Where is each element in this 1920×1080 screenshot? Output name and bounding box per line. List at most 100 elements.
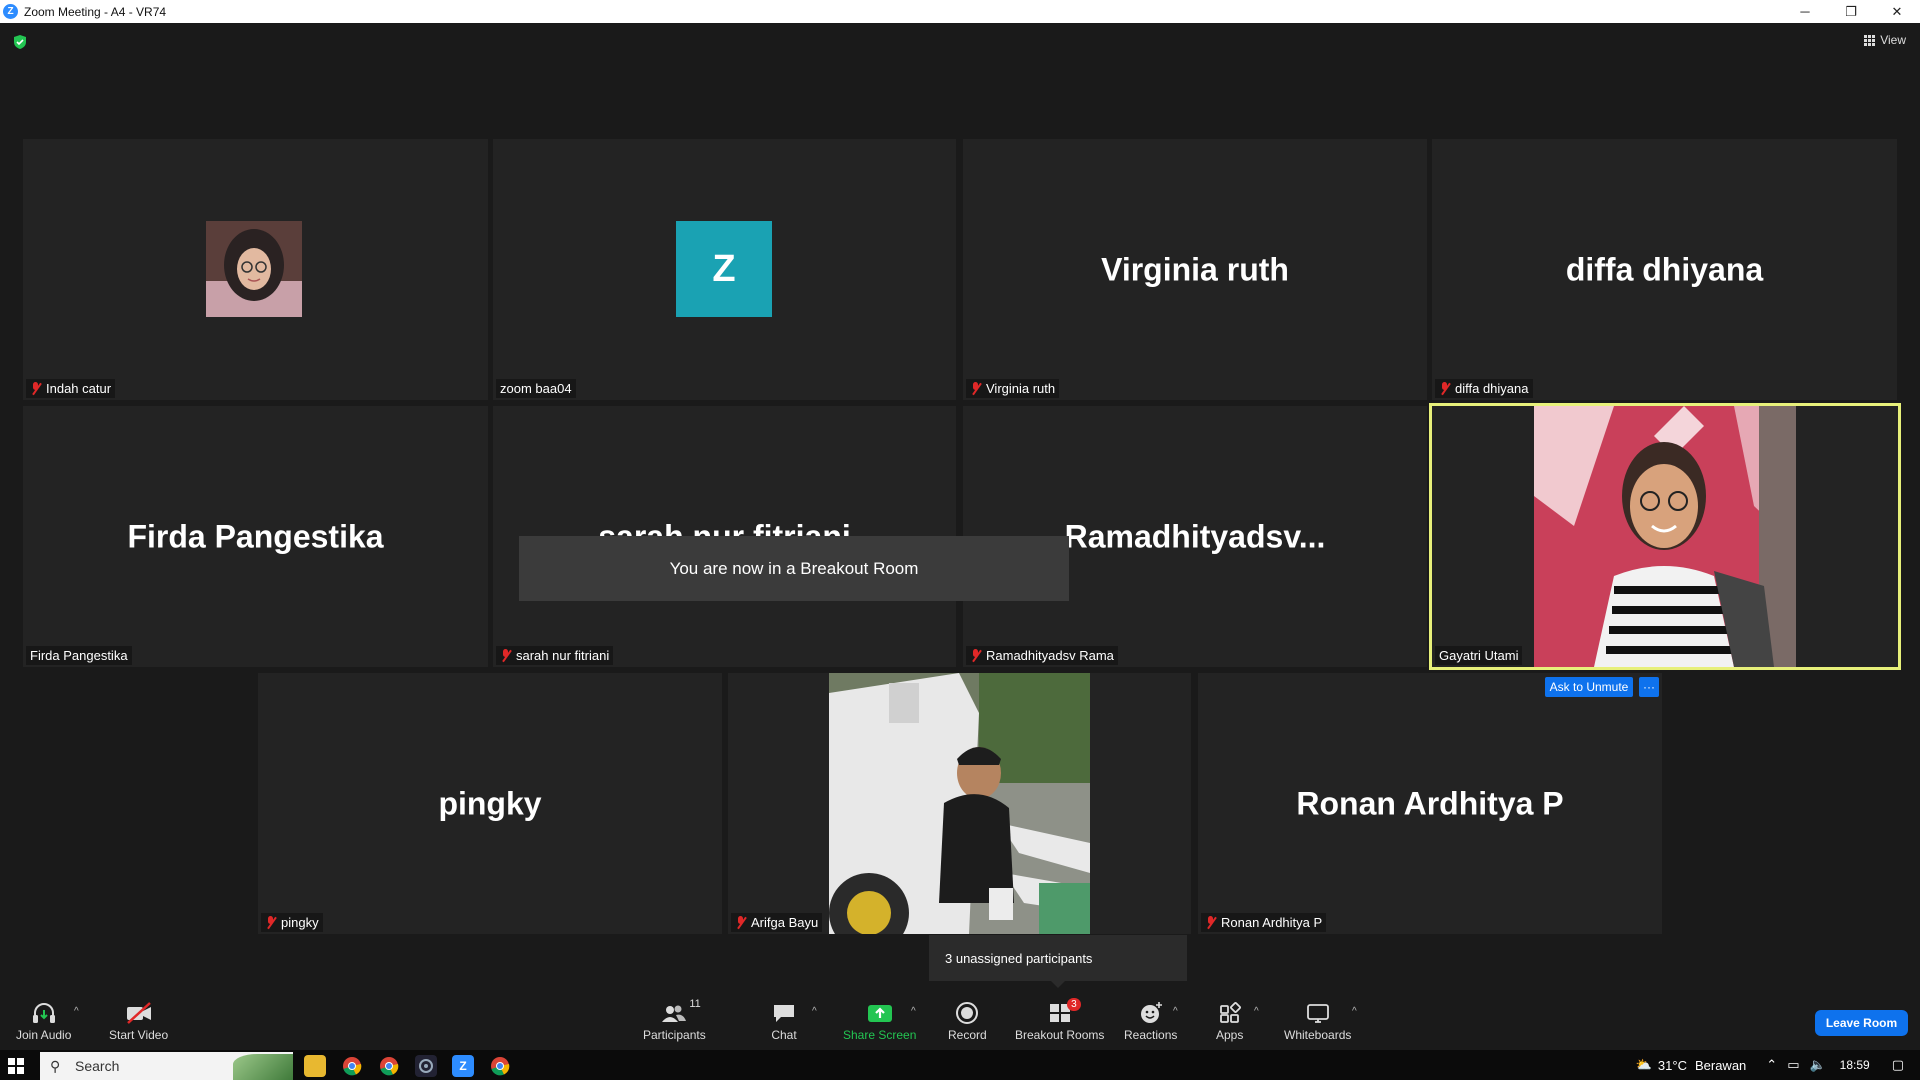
- camera-app-icon[interactable]: [415, 1055, 437, 1077]
- share-screen-button[interactable]: Share Screen: [843, 1000, 916, 1042]
- whiteboards-options-caret[interactable]: ^: [1352, 1006, 1357, 1017]
- apps-icon: [1219, 1002, 1241, 1023]
- unassigned-participants-tooltip: 3 unassigned participants: [929, 935, 1187, 988]
- ask-to-unmute-button[interactable]: Ask to Unmute: [1545, 677, 1633, 697]
- network-icon[interactable]: ▭: [1787, 1057, 1799, 1073]
- breakout-rooms-button[interactable]: 3 Breakout Rooms: [1015, 998, 1104, 1042]
- headphones-icon: [32, 1003, 55, 1023]
- restore-button[interactable]: ❐: [1828, 0, 1874, 23]
- weather-temperature: 31°C: [1657, 1057, 1687, 1073]
- volume-icon[interactable]: 🔈: [1809, 1057, 1825, 1073]
- participant-name: Ramadhityadsv Rama: [986, 648, 1114, 663]
- participant-display-name: Virginia ruth: [1101, 251, 1289, 287]
- video-tile-firda-pangestika[interactable]: Firda Pangestika Firda Pangestika: [23, 406, 488, 667]
- join-audio-button[interactable]: Join Audio: [16, 1000, 71, 1042]
- search-highlight-image: [233, 1054, 293, 1080]
- apps-button[interactable]: Apps: [1216, 1000, 1243, 1042]
- avatar-initial: Z: [676, 221, 772, 317]
- share-screen-label: Share Screen: [843, 1028, 917, 1042]
- participant-name: diffa dhiyana: [1455, 381, 1529, 396]
- reactions-button[interactable]: Reactions: [1124, 1000, 1177, 1042]
- chat-label: Chat: [771, 1028, 797, 1042]
- participant-name-tag: Virginia ruth: [966, 379, 1060, 398]
- video-off-icon: [126, 1002, 151, 1024]
- participant-display-name: pingky: [438, 785, 542, 821]
- start-video-button[interactable]: Start Video: [109, 1000, 168, 1042]
- participants-button[interactable]: 11 Participants: [643, 998, 706, 1042]
- security-shield-icon[interactable]: [12, 34, 28, 50]
- more-options-button[interactable]: ···: [1639, 677, 1659, 697]
- view-button[interactable]: View: [1864, 33, 1906, 47]
- participant-name-tag: diffa dhiyana: [1435, 379, 1533, 398]
- apps-options-caret[interactable]: ^: [1254, 1006, 1259, 1017]
- video-tile-ronan-ardhitya-p[interactable]: Ronan Ardhitya P Ronan Ardhitya P: [1198, 673, 1662, 934]
- leave-room-button[interactable]: Leave Room: [1815, 1010, 1908, 1036]
- title-bar: Z Zoom Meeting - A4 - VR74 ─ ❐ ✕: [0, 0, 1920, 23]
- window-controls: ─ ❐ ✕: [1782, 0, 1920, 23]
- video-tile-pingky[interactable]: pingky pingky: [258, 673, 722, 934]
- muted-mic-icon: [30, 382, 42, 395]
- muted-mic-icon: [265, 916, 277, 929]
- chat-options-caret[interactable]: ^: [812, 1006, 817, 1017]
- record-button[interactable]: Record: [948, 1000, 987, 1042]
- participant-name: Ronan Ardhitya P: [1221, 915, 1323, 930]
- chrome-profile-icon[interactable]: [378, 1055, 400, 1077]
- start-video-label: Start Video: [109, 1028, 169, 1042]
- chrome-icon[interactable]: [341, 1055, 363, 1077]
- close-button[interactable]: ✕: [1874, 0, 1920, 23]
- participants-icon: [662, 1005, 687, 1022]
- weather-icon[interactable]: ⛅: [1636, 1057, 1652, 1073]
- participant-name-tag: pingky: [261, 913, 323, 932]
- whiteboard-icon: [1306, 1004, 1329, 1023]
- participant-name: Virginia ruth: [986, 381, 1056, 396]
- reactions-options-caret[interactable]: ^: [1173, 1006, 1178, 1017]
- chat-button[interactable]: Chat: [771, 1000, 797, 1042]
- participant-name: Indah catur: [46, 381, 112, 396]
- smiley-plus-icon: [1140, 1002, 1162, 1023]
- participant-display-name: Firda Pangestika: [127, 518, 384, 554]
- participant-name-tag: Arifga Bayu: [731, 913, 823, 932]
- share-options-caret[interactable]: ^: [911, 1006, 916, 1017]
- system-tray: ⛅ 31°C Berawan ⌃ ▭ 🔈 18:59 ▢: [1636, 1050, 1920, 1080]
- participant-name-tag: Ronan Ardhitya P: [1201, 913, 1327, 932]
- participant-name-tag: sarah nur fitriani: [496, 646, 614, 665]
- participant-name-tag: Firda Pangestika: [26, 646, 132, 665]
- participant-display-name: Ronan Ardhitya P: [1296, 785, 1564, 821]
- whiteboards-button[interactable]: Whiteboards: [1284, 1000, 1351, 1042]
- participants-count: 11: [689, 998, 701, 1010]
- zoom-app-icon[interactable]: Z: [452, 1055, 474, 1077]
- participant-name: Arifga Bayu: [751, 915, 819, 930]
- video-feed-gayatri-utami: [1534, 406, 1796, 667]
- muted-mic-icon: [500, 649, 512, 662]
- clock-time[interactable]: 18:59: [1840, 1058, 1870, 1072]
- muted-mic-icon: [1205, 916, 1217, 929]
- muted-mic-icon: [970, 382, 982, 395]
- video-tile-diffa-dhiyana[interactable]: diffa dhiyana diffa dhiyana: [1432, 139, 1897, 400]
- zoom-window: Z Zoom Meeting - A4 - VR74 ─ ❐ ✕ View In…: [0, 0, 1920, 1080]
- profile-photo-indah-catur: [206, 221, 302, 317]
- record-label: Record: [948, 1028, 987, 1042]
- video-feed-arifga-bayu: [829, 673, 1090, 934]
- participant-name: Firda Pangestika: [30, 648, 128, 663]
- whiteboards-label: Whiteboards: [1284, 1028, 1352, 1042]
- video-tile-gayatri-utami-active-speaker[interactable]: Gayatri Utami: [1429, 403, 1901, 670]
- windows-start-icon[interactable]: [8, 1058, 24, 1074]
- notifications-icon[interactable]: ▢: [1892, 1057, 1904, 1073]
- participant-name: pingky: [281, 915, 319, 930]
- minimize-button[interactable]: ─: [1782, 0, 1828, 23]
- video-tile-indah-catur[interactable]: Indah catur: [23, 139, 488, 400]
- video-tile-virginia-ruth[interactable]: Virginia ruth Virginia ruth: [963, 139, 1427, 400]
- audio-options-caret[interactable]: ^: [74, 1006, 79, 1017]
- tray-overflow-icon[interactable]: ⌃: [1766, 1057, 1777, 1073]
- video-tile-zoom-baa04[interactable]: Z zoom baa04: [493, 139, 956, 400]
- view-label: View: [1880, 33, 1906, 47]
- window-title: Zoom Meeting - A4 - VR74: [24, 4, 167, 19]
- taskbar-search-box[interactable]: ⚲ Search: [40, 1052, 293, 1080]
- video-tile-arifga-bayu[interactable]: Arifga Bayu: [728, 673, 1191, 934]
- muted-mic-icon: [735, 916, 747, 929]
- weather-condition: Berawan: [1694, 1057, 1747, 1073]
- participant-name: zoom baa04: [500, 381, 572, 396]
- chrome-alt-icon[interactable]: [489, 1055, 511, 1077]
- participant-name-tag: Indah catur: [26, 379, 116, 398]
- file-explorer-icon[interactable]: [304, 1055, 326, 1077]
